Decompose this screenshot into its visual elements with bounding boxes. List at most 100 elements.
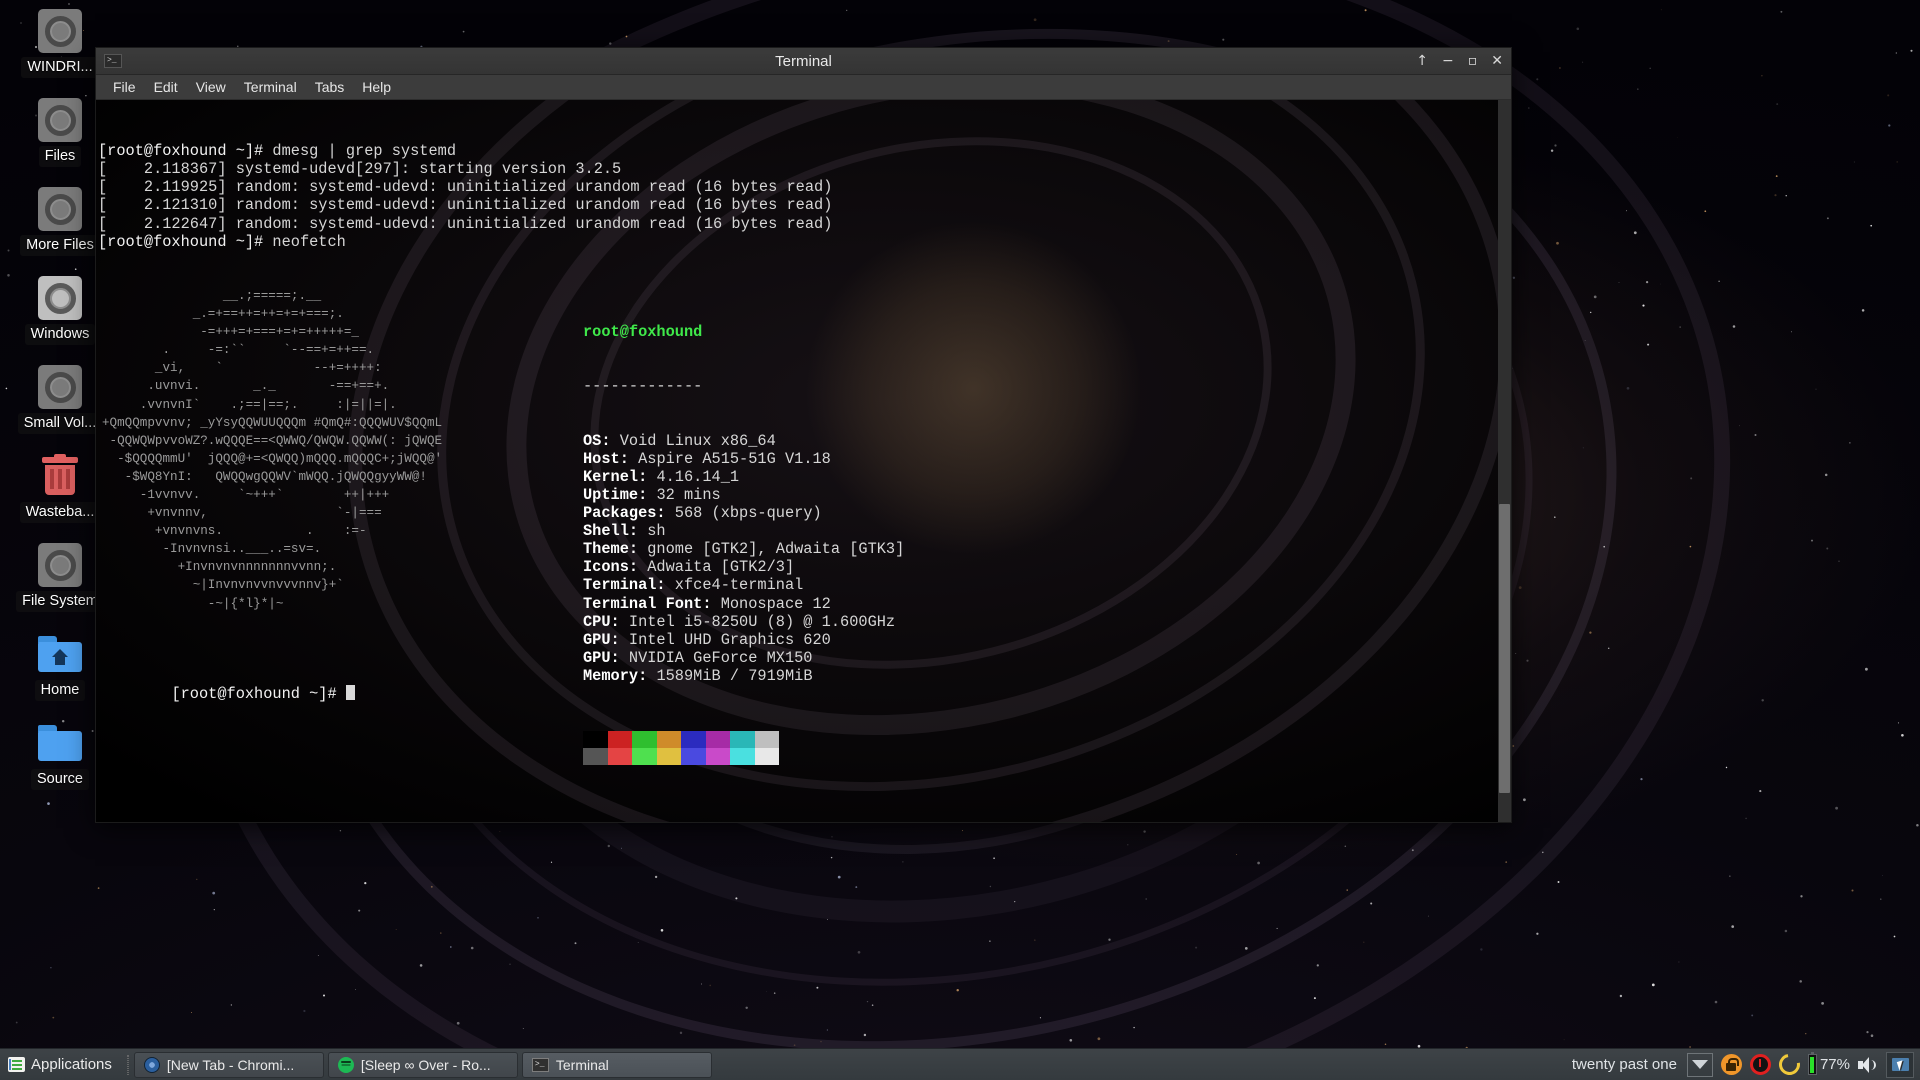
neofetch-color-palette bbox=[583, 731, 904, 766]
neofetch-row: GPU: Intel UHD Graphics 620 bbox=[583, 631, 904, 649]
neofetch-row-label: Theme: bbox=[583, 540, 639, 559]
minimize-button[interactable]: − bbox=[1442, 54, 1454, 68]
update-icon[interactable] bbox=[1774, 1049, 1805, 1080]
neofetch-row-value: NVIDIA GeForce MX150 bbox=[619, 648, 813, 667]
drive-icon bbox=[37, 8, 83, 54]
battery-indicator[interactable]: 77% bbox=[1807, 1052, 1850, 1075]
maximize-button[interactable]: ▫ bbox=[1468, 54, 1478, 68]
terminal-scrollbar[interactable] bbox=[1498, 100, 1511, 822]
terminal-window[interactable]: >_ Terminal ↑ − ▫ ✕ File Edit View Terminal… bbox=[95, 47, 1512, 823]
clock[interactable]: twenty past one bbox=[1572, 1056, 1679, 1073]
neofetch-row-value: Intel i5-8250U (8) @ 1.600GHz bbox=[619, 612, 896, 631]
terminal-icon: >_ bbox=[104, 54, 122, 68]
desktop-icon-label: More Files bbox=[20, 235, 100, 256]
window-controls: ↑ − ▫ ✕ bbox=[1416, 54, 1503, 68]
desktop-icon-label: Windows bbox=[24, 324, 96, 345]
menu-item-terminal[interactable]: Terminal bbox=[235, 77, 306, 97]
neofetch-row: Host: Aspire A515-51G V1.18 bbox=[583, 450, 904, 468]
neofetch-row-value: xfce4-terminal bbox=[665, 576, 804, 595]
neofetch-separator: ------------- bbox=[583, 377, 703, 396]
neofetch-row-value: Aspire A515-51G V1.18 bbox=[628, 449, 831, 468]
taskbar-window-label: Terminal bbox=[555, 1056, 609, 1073]
terminal-scrollbar-thumb[interactable] bbox=[1499, 504, 1510, 794]
taskbar-window-label: [New Tab - Chromi... bbox=[166, 1056, 295, 1073]
drive-icon bbox=[37, 364, 83, 410]
neofetch-row-label: Kernel: bbox=[583, 467, 648, 486]
taskbar-window-button[interactable]: [Sleep ∞ Over - Ro... bbox=[327, 1051, 518, 1078]
applications-button[interactable]: Applications bbox=[0, 1049, 122, 1080]
neofetch-row-label: Host: bbox=[583, 449, 629, 468]
neofetch-row-label: CPU: bbox=[583, 612, 620, 631]
menu-item-edit[interactable]: Edit bbox=[145, 77, 187, 97]
terminal-output-line: [ 2.119925] random: systemd-udevd: unini… bbox=[98, 178, 833, 197]
desktop-icon-label: Wasteba... bbox=[19, 502, 101, 523]
neofetch-ascii-logo: __.;=====;.__ _.=+==++=++=+=+===;. -=+++… bbox=[102, 288, 443, 611]
neofetch-row-label: Icons: bbox=[583, 558, 639, 577]
neofetch-row-label: Memory: bbox=[583, 666, 648, 685]
neofetch-row: GPU: NVIDIA GeForce MX150 bbox=[583, 649, 904, 667]
neofetch-row-label: Uptime: bbox=[583, 485, 648, 504]
spotify-icon bbox=[337, 1056, 354, 1073]
palette-swatch bbox=[730, 748, 755, 766]
neofetch-row: Terminal: xfce4-terminal bbox=[583, 576, 904, 594]
system-tray: twenty past one 77% bbox=[1572, 1049, 1920, 1080]
taskbar-window-button[interactable]: [New Tab - Chromi... bbox=[133, 1051, 324, 1078]
palette-swatch bbox=[681, 748, 706, 766]
neofetch-row-value: 4.16.14_1 bbox=[647, 467, 740, 486]
neofetch-row: Kernel: 4.16.14_1 bbox=[583, 468, 904, 486]
palette-row-normal bbox=[583, 731, 779, 749]
palette-swatch bbox=[583, 731, 608, 749]
palette-swatch bbox=[632, 731, 657, 749]
battery-label: 77% bbox=[1819, 1056, 1850, 1073]
taskbar-window-label: [Sleep ∞ Over - Ro... bbox=[360, 1056, 491, 1073]
lock-icon[interactable] bbox=[1720, 1054, 1742, 1075]
palette-swatch bbox=[656, 748, 681, 766]
neofetch-row: OS: Void Linux x86_64 bbox=[583, 432, 904, 450]
drive-icon bbox=[37, 97, 83, 143]
chromium-icon bbox=[143, 1056, 160, 1073]
wifi-icon[interactable] bbox=[1686, 1052, 1713, 1077]
drive-icon bbox=[37, 275, 83, 321]
power-icon[interactable] bbox=[1749, 1054, 1771, 1075]
menu-item-tabs[interactable]: Tabs bbox=[306, 77, 354, 97]
palette-swatch bbox=[705, 731, 730, 749]
neofetch-row-value: Adwaita [GTK2/3] bbox=[638, 558, 795, 577]
neofetch-row-value: Monospace 12 bbox=[711, 594, 831, 613]
neofetch-row: Memory: 1589MiB / 7919MiB bbox=[583, 667, 904, 685]
window-titlebar[interactable]: >_ Terminal ↑ − ▫ ✕ bbox=[96, 48, 1511, 75]
menu-item-help[interactable]: Help bbox=[353, 77, 400, 97]
shade-button[interactable]: ↑ bbox=[1416, 54, 1428, 68]
desktop-icon-label: Files bbox=[38, 146, 82, 167]
menu-bar: File Edit View Terminal Tabs Help bbox=[96, 75, 1511, 100]
palette-swatch bbox=[681, 731, 706, 749]
taskbar-window-button[interactable]: >_ Terminal bbox=[521, 1051, 712, 1078]
neofetch-row: Uptime: 32 mins bbox=[583, 486, 904, 504]
terminal-command-line: [root@foxhound ~]# neofetch bbox=[98, 233, 1511, 251]
command-text: neofetch bbox=[263, 232, 346, 251]
neofetch-row-value: 32 mins bbox=[647, 485, 721, 504]
neofetch-row-value: sh bbox=[638, 522, 666, 541]
desktop-icon-label: Source bbox=[31, 769, 89, 790]
folder-home-icon bbox=[37, 631, 83, 677]
terminal-output-line: [ 2.122647] random: systemd-udevd: unini… bbox=[98, 214, 833, 233]
menu-item-view[interactable]: View bbox=[187, 77, 235, 97]
close-button[interactable]: ✕ bbox=[1491, 54, 1503, 68]
workspace-switcher-icon[interactable] bbox=[1886, 1051, 1914, 1078]
taskbar: Applications [New Tab - Chromi... [Sleep … bbox=[0, 1048, 1920, 1080]
menu-item-file[interactable]: File bbox=[104, 77, 145, 97]
palette-swatch bbox=[754, 748, 779, 766]
palette-swatch bbox=[607, 748, 632, 766]
palette-swatch bbox=[632, 748, 657, 766]
palette-swatch bbox=[607, 731, 632, 749]
neofetch-row-value: 1589MiB / 7919MiB bbox=[647, 666, 813, 685]
neofetch-rows: OS: Void Linux x86_64 Host: Aspire A515-5… bbox=[583, 432, 904, 685]
drive-icon bbox=[37, 542, 83, 588]
neofetch-userhost: root@foxhound bbox=[583, 323, 703, 342]
neofetch-row: Packages: 568 (xbps-query) bbox=[583, 504, 904, 522]
terminal-output[interactable]: [root@foxhound ~]# dmesg | grep systemd[… bbox=[96, 100, 1511, 822]
terminal-body[interactable]: [root@foxhound ~]# dmesg | grep systemd[… bbox=[96, 100, 1511, 822]
volume-icon[interactable] bbox=[1858, 1056, 1878, 1074]
window-button-list: [New Tab - Chromi... [Sleep ∞ Over - Ro..… bbox=[133, 1049, 712, 1080]
neofetch-row-label: Terminal Font: bbox=[583, 594, 712, 613]
desktop-icon-label: Home bbox=[34, 680, 86, 701]
